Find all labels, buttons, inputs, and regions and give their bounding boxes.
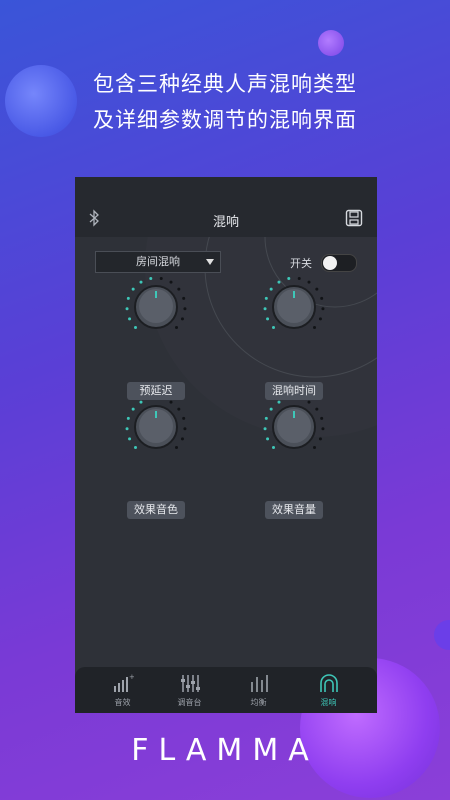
sound-effect-icon: + bbox=[114, 673, 134, 692]
knob-led-dot bbox=[266, 437, 270, 441]
knob-led-dot bbox=[318, 317, 322, 321]
knob-led-dot bbox=[287, 276, 291, 280]
knob-led-dot bbox=[269, 407, 273, 411]
svg-text:+: + bbox=[129, 673, 134, 681]
knob-led-dot bbox=[307, 400, 311, 404]
app-screen: 混响 房间混响 开关 预延迟 混响时间 效果音色 效果音量 + 音效 调音台 均… bbox=[75, 177, 377, 713]
knob-led-dot bbox=[266, 317, 270, 321]
knob-led-dot bbox=[169, 400, 173, 404]
knob-led-dot bbox=[177, 287, 181, 291]
knob-led-dot bbox=[271, 326, 275, 330]
knob-led-dot bbox=[180, 437, 184, 441]
tab-label: 调音台 bbox=[177, 698, 202, 707]
knob-led-dot bbox=[297, 276, 301, 280]
knob-label-pre-delay: 预延迟 bbox=[127, 382, 185, 400]
tab-mixer[interactable]: 调音台 bbox=[152, 667, 227, 713]
promo-headline-1: 包含三种经典人声混响类型 bbox=[93, 72, 357, 96]
tab-reverb[interactable]: 混响 bbox=[291, 667, 366, 713]
knob-led-dot bbox=[159, 276, 163, 280]
knob-led-dot bbox=[177, 407, 181, 411]
knob-label-volume: 效果音量 bbox=[265, 501, 323, 519]
knob-led-dot bbox=[125, 427, 129, 431]
reverb-type-select[interactable]: 房间混响 bbox=[95, 251, 221, 273]
decor-circle bbox=[318, 30, 344, 56]
reverb-toggle[interactable] bbox=[321, 254, 357, 272]
knob-led-dot bbox=[175, 326, 179, 330]
tab-label: 均衡 bbox=[250, 698, 267, 707]
knob-led-dot bbox=[264, 416, 268, 420]
knob-led-dot bbox=[320, 416, 324, 420]
knob-reverb-time[interactable] bbox=[259, 272, 329, 342]
knob-led-dot bbox=[321, 427, 325, 431]
knob-pre-delay[interactable] bbox=[121, 272, 191, 342]
knob-led-dot bbox=[263, 307, 267, 311]
knob-led-dot bbox=[307, 280, 311, 284]
knob-led-dot bbox=[128, 437, 132, 441]
tab-sound-effect[interactable]: + 音效 bbox=[85, 667, 160, 713]
knob-led-dot bbox=[263, 427, 267, 431]
reverb-icon bbox=[320, 674, 338, 692]
knob-led-dot bbox=[320, 296, 324, 300]
promo-headline-2: 及详细参数调节的混响界面 bbox=[93, 108, 357, 132]
brand-logo: FLAMMA bbox=[131, 733, 319, 768]
knob-led-dot bbox=[182, 416, 186, 420]
top-bar: 混响 bbox=[75, 177, 377, 237]
knob-led-dot bbox=[131, 287, 135, 291]
knob-led-dot bbox=[315, 407, 319, 411]
tab-label: 音效 bbox=[114, 698, 131, 707]
knob-led-dot bbox=[183, 427, 187, 431]
knob-led-dot bbox=[271, 446, 275, 450]
toggle-knob bbox=[323, 256, 337, 270]
tab-equalizer[interactable]: 均衡 bbox=[221, 667, 296, 713]
knob-led-dot bbox=[313, 326, 317, 330]
knob-led-dot bbox=[139, 280, 143, 284]
knob-led-dot bbox=[183, 307, 187, 311]
knob-led-dot bbox=[133, 326, 137, 330]
knob-label-reverb-time: 混响时间 bbox=[265, 382, 323, 400]
equalizer-icon bbox=[251, 675, 268, 692]
knob-led-dot bbox=[182, 296, 186, 300]
page-title: 混响 bbox=[212, 215, 239, 230]
knob-led-dot bbox=[175, 446, 179, 450]
knob-led-dot bbox=[139, 400, 143, 404]
mixer-icon bbox=[181, 675, 200, 692]
knob-led-dot bbox=[315, 287, 319, 291]
knob-led-dot bbox=[131, 407, 135, 411]
knob-tone[interactable] bbox=[121, 392, 191, 462]
knob-led-dot bbox=[126, 416, 130, 420]
knob-led-dot bbox=[264, 296, 268, 300]
knob-led-dot bbox=[149, 276, 153, 280]
knob-led-dot bbox=[269, 287, 273, 291]
tab-label: 混响 bbox=[320, 698, 337, 707]
knob-led-dot bbox=[125, 307, 129, 311]
knob-led-dot bbox=[180, 317, 184, 321]
switch-label: 开关 bbox=[290, 257, 312, 270]
knob-led-dot bbox=[169, 280, 173, 284]
save-icon[interactable] bbox=[345, 209, 363, 227]
knob-led-dot bbox=[313, 446, 317, 450]
knob-label-tone: 效果音色 bbox=[127, 501, 185, 519]
knob-led-dot bbox=[128, 317, 132, 321]
caret-down-icon bbox=[206, 259, 214, 265]
knob-led-dot bbox=[126, 296, 130, 300]
reverb-type-value: 房间混响 bbox=[136, 255, 180, 268]
knob-led-dot bbox=[318, 437, 322, 441]
knob-led-dot bbox=[133, 446, 137, 450]
knob-led-dot bbox=[277, 280, 281, 284]
bottom-tab-bar: + 音效 调音台 均衡 混响 bbox=[75, 667, 377, 713]
knob-led-dot bbox=[321, 307, 325, 311]
decor-circle bbox=[434, 620, 450, 650]
knob-volume[interactable] bbox=[259, 392, 329, 462]
knob-led-dot bbox=[277, 400, 281, 404]
